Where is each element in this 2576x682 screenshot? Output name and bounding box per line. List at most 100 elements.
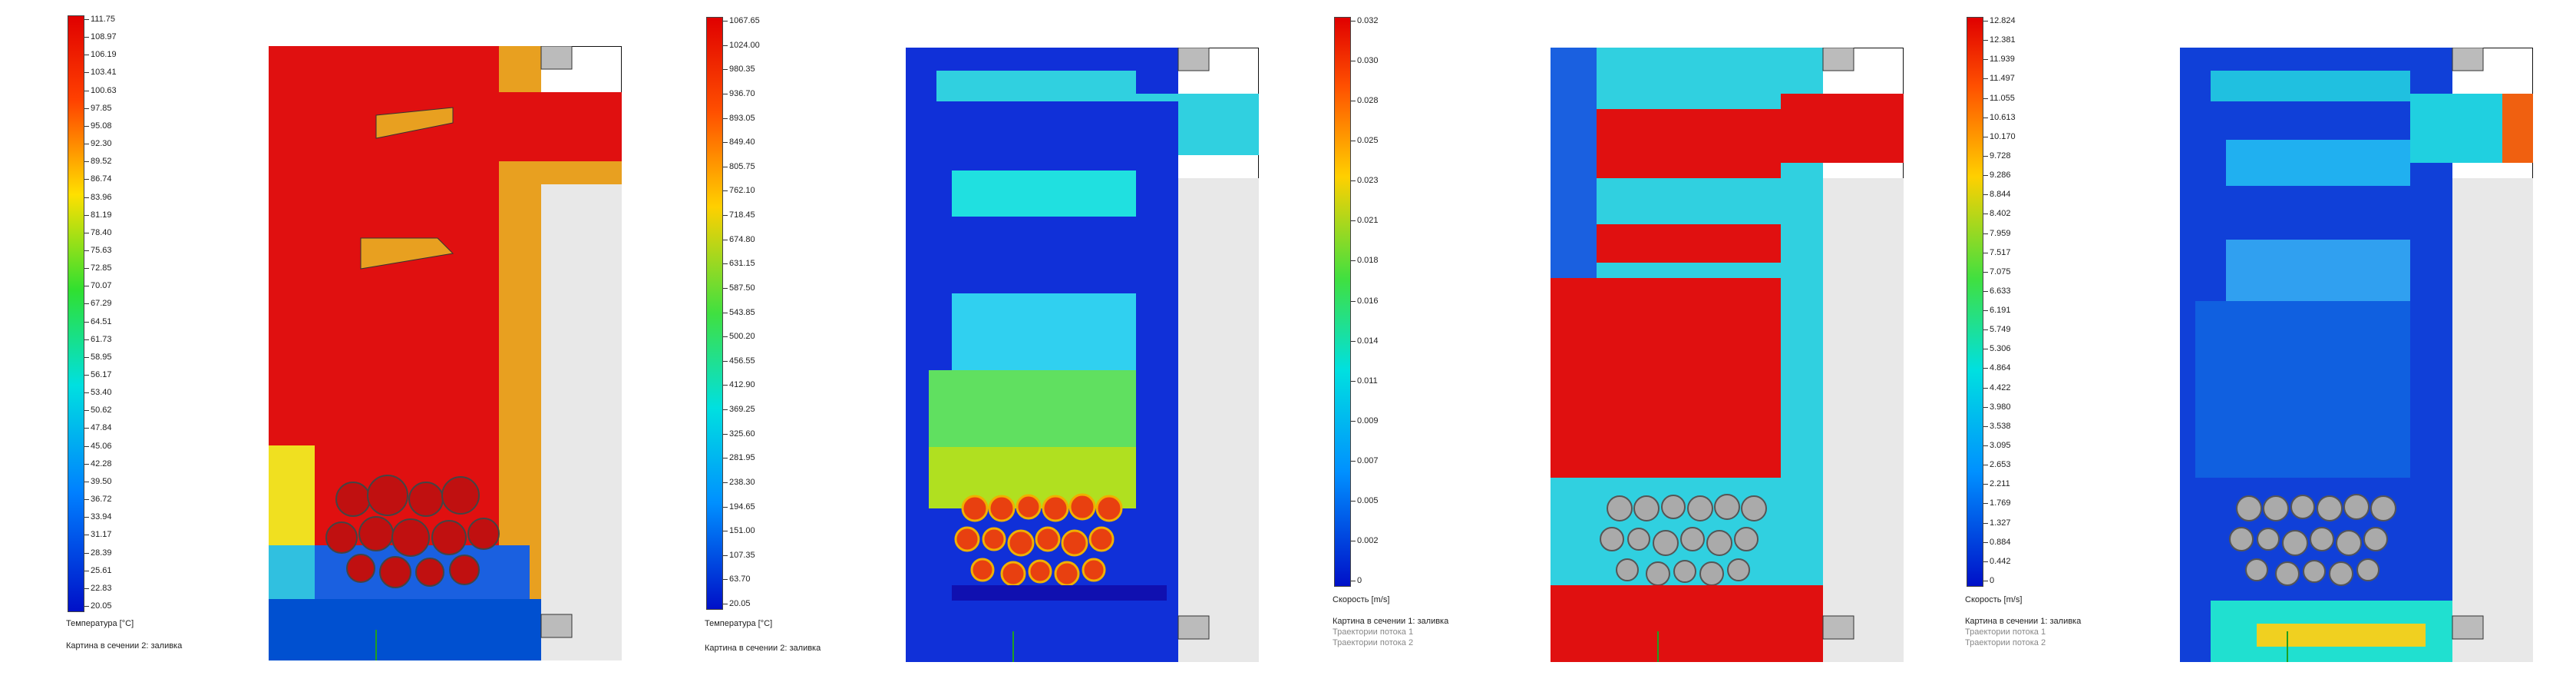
colorbar-ticks: 111.75 108.97 106.19 103.41 100.63 97.85 95.08… [84, 15, 183, 611]
colorbar-tick-label: 72.85 [84, 263, 112, 273]
colorbar-tick-label: 281.95 [723, 453, 755, 463]
colorbar-tick-label: 2.653 [1983, 460, 2011, 470]
colorbar-tick-label: 22.83 [84, 583, 112, 593]
colorbar-tick-label: 36.72 [84, 495, 112, 505]
colorbar-ticks: 1067.65 1024.00 980.35 936.70 893.05 849.40 80… [723, 16, 821, 608]
panel-temperature-2: 1067.65 1024.00 980.35 936.70 893.05 849.40 80… [645, 0, 1290, 682]
legend-label: Скорость [m/s] [1333, 595, 1390, 604]
boiler-section-view [269, 46, 622, 660]
colorbar-tick-label: 3.538 [1983, 421, 2011, 431]
panel-temperature-1: 111.75 108.97 106.19 103.41 100.63 97.85 95.08… [0, 0, 645, 682]
colorbar-tick-label: 28.39 [84, 548, 112, 558]
colorbar [1334, 17, 1351, 587]
colorbar-tick-label: 762.10 [723, 186, 755, 196]
colorbar-tick-label: 100.63 [84, 85, 117, 95]
trajectory-caption-2: Траектории потока 2 [1965, 638, 2046, 647]
colorbar-tick-label: 587.50 [723, 283, 755, 293]
colorbar-tick-label: 25.61 [84, 565, 112, 575]
colorbar-tick-label: 0.007 [1351, 455, 1379, 465]
colorbar [68, 15, 84, 612]
section-caption-1: Картина в сечении 2: заливка [66, 641, 183, 651]
colorbar-tick-label: 6.633 [1983, 286, 2011, 296]
colorbar-tick-label: 53.40 [84, 388, 112, 398]
colorbar-tick-label: 81.19 [84, 210, 112, 220]
colorbar-tick-label: 0.014 [1351, 336, 1379, 346]
colorbar-tick-label: 7.075 [1983, 267, 2011, 276]
colorbar-tick-label: 849.40 [723, 137, 755, 147]
colorbar-tick-label: 45.06 [84, 441, 112, 451]
colorbar-tick-label: 631.15 [723, 259, 755, 269]
colorbar-tick-label: 151.00 [723, 526, 755, 536]
colorbar-tick-label: 75.63 [84, 245, 112, 255]
boiler-section-view [906, 48, 1259, 662]
colorbar-tick-label: 1024.00 [723, 40, 760, 50]
colorbar-tick-label: 543.85 [723, 307, 755, 317]
colorbar-tick-label: 0.009 [1351, 415, 1379, 425]
colorbar-tick-label: 1067.65 [723, 16, 760, 25]
colorbar-tick-label: 42.28 [84, 459, 112, 468]
colorbar-tick-label: 108.97 [84, 32, 117, 42]
colorbar-tick-label: 0.884 [1983, 537, 2011, 547]
colorbar-tick-label: 20.05 [723, 599, 751, 608]
colorbar-tick-label: 4.864 [1983, 363, 2011, 373]
colorbar-tick-label: 0.011 [1351, 376, 1378, 386]
colorbar-tick-label: 3.095 [1983, 441, 2011, 451]
colorbar-tick-label: 8.402 [1983, 209, 2011, 219]
colorbar-tick-label: 194.65 [723, 502, 755, 512]
colorbar-tick-label: 56.17 [84, 370, 112, 380]
colorbar-tick-label: 95.08 [84, 121, 112, 131]
boiler-section-view [1551, 48, 1904, 662]
colorbar-tick-label: 0.016 [1351, 296, 1379, 306]
colorbar-ticks: 12.824 12.381 11.939 11.497 11.055 10.613 10.1… [1983, 17, 2082, 585]
colorbar-tick-label: 63.70 [723, 574, 751, 584]
colorbar-ticks: 0.032 0.030 0.028 0.025 0.023 0.021 0.018 0.016… [1350, 17, 1449, 585]
colorbar-tick-label: 33.94 [84, 512, 112, 522]
colorbar-tick-label: 89.52 [84, 157, 112, 167]
colorbar-tick-label: 718.45 [723, 210, 755, 220]
colorbar-tick-label: 4.422 [1983, 382, 2011, 392]
colorbar-tick-label: 7.517 [1983, 247, 2011, 257]
colorbar-tick-label: 70.07 [84, 281, 112, 291]
legend-label: Температура [°C] [66, 619, 134, 628]
colorbar-tick-label: 67.29 [84, 299, 112, 309]
colorbar-tick-label: 456.55 [723, 356, 755, 366]
colorbar-tick-label: 9.728 [1983, 151, 2011, 161]
colorbar-tick-label: 0.002 [1351, 535, 1379, 545]
colorbar-tick-label: 893.05 [723, 113, 755, 123]
colorbar-tick-label: 10.613 [1983, 112, 2016, 122]
colorbar-tick-label: 58.95 [84, 352, 112, 362]
colorbar-tick-label: 64.51 [84, 316, 112, 326]
colorbar-tick-label: 0 [1983, 576, 1995, 585]
colorbar-tick-label: 111.75 [84, 15, 116, 24]
colorbar-tick-label: 0.028 [1351, 96, 1379, 106]
colorbar-tick-label: 9.286 [1983, 170, 2011, 180]
colorbar-tick-label: 936.70 [723, 88, 755, 98]
colorbar-tick-label: 78.40 [84, 227, 112, 237]
colorbar-tick-label: 47.84 [84, 423, 112, 433]
legend-label: Температура [°C] [705, 619, 773, 628]
colorbar-tick-label: 0.025 [1351, 136, 1379, 146]
colorbar-tick-label: 20.05 [84, 601, 112, 611]
colorbar-tick-label: 0.442 [1983, 556, 2011, 566]
colorbar-tick-label: 0.005 [1351, 495, 1379, 505]
colorbar-tick-label: 92.30 [84, 139, 112, 149]
colorbar [1967, 17, 1983, 587]
colorbar-tick-label: 103.41 [84, 68, 117, 78]
colorbar-tick-label: 980.35 [723, 65, 755, 74]
legend-label: Скорость [m/s] [1965, 595, 2023, 604]
colorbar-tick-label: 2.211 [1983, 479, 2010, 489]
colorbar-tick-label: 50.62 [84, 406, 112, 415]
trajectory-caption-1: Траектории потока 1 [1965, 627, 2046, 637]
colorbar-tick-label: 412.90 [723, 380, 755, 390]
colorbar-tick-label: 1.769 [1983, 498, 2011, 508]
colorbar-tick-label: 12.381 [1983, 35, 2016, 45]
colorbar-tick-label: 8.844 [1983, 190, 2011, 200]
colorbar-tick-label: 31.17 [84, 530, 112, 540]
section-caption-1: Картина в сечении 1: заливка [1333, 617, 1449, 626]
colorbar-tick-label: 3.980 [1983, 402, 2011, 412]
colorbar-tick-label: 0.018 [1351, 256, 1379, 266]
colorbar-tick-label: 0 [1350, 576, 1362, 585]
colorbar [706, 17, 723, 610]
colorbar-tick-label: 11.497 [1983, 74, 2015, 84]
colorbar-tick-label: 11.939 [1983, 55, 2015, 65]
